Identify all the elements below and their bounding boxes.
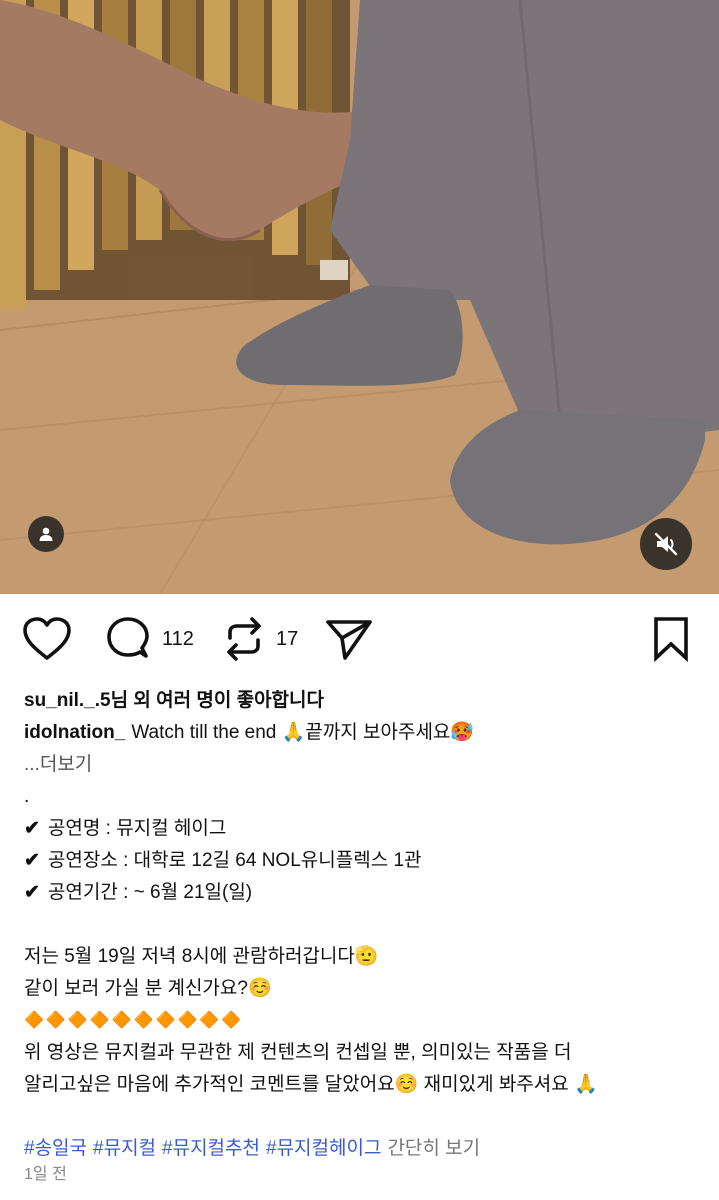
save-button[interactable] <box>652 616 690 662</box>
bookmark-icon <box>654 617 688 662</box>
more-link[interactable]: ...더보기 <box>24 749 704 781</box>
post-video[interactable] <box>0 0 719 594</box>
hashtag-link[interactable]: #뮤지컬 <box>93 1138 156 1159</box>
body-line-2: 같이 보러 가실 분 계신가요?☺️ <box>24 978 272 999</box>
heart-icon <box>23 617 71 660</box>
mute-toggle-button[interactable] <box>640 518 692 570</box>
post-actions-bar: 112 17 <box>0 594 719 682</box>
comment-button[interactable]: 112 <box>104 616 194 662</box>
hashtag-link[interactable]: #송일국 <box>24 1138 87 1159</box>
detail-period-text: 공연기간 : ~ 6월 21일(일) <box>47 882 253 903</box>
body-line-3: 위 영상은 뮤지컬과 무관한 제 컨텐츠의 컨셉일 뿐, 의미있는 작품을 더 <box>24 1042 572 1063</box>
repost-button[interactable]: 17 <box>222 616 298 662</box>
comment-bubble-icon <box>107 617 149 658</box>
person-icon <box>39 527 53 541</box>
check-icon: ✔ <box>24 882 40 903</box>
like-button[interactable] <box>22 616 72 662</box>
comment-count: 112 <box>162 627 194 650</box>
detail-venue-text: 공연장소 : 대학로 12길 64 NOL유니플렉스 1관 <box>47 850 422 871</box>
speaker-muted-icon <box>654 532 678 556</box>
hashtag-list: #송일국 #뮤지컬 #뮤지컬추천 #뮤지컬헤이그 간단히 보기 <box>24 1133 704 1165</box>
send-icon <box>326 620 372 660</box>
body-line-1: 저는 5월 19일 저녁 8시에 관람하러갑니다🫡 <box>24 946 379 967</box>
likes-summary[interactable]: su_nil._.5님 외 여러 명이 좋아합니다 <box>24 685 704 717</box>
body-line-4: 알리고싶은 마음에 추가적인 코멘트를 달았어요☺️ 재미있게 봐주셔요 🙏 <box>24 1074 598 1095</box>
post-text: su_nil._.5님 외 여러 명이 좋아합니다 idolnation_ Wat… <box>24 685 704 1165</box>
caption-text: Watch till the end 🙏끝까지 보아주세요🥵 <box>131 722 475 743</box>
tagged-user-button[interactable] <box>28 516 64 552</box>
repost-icon <box>227 617 261 661</box>
caption-username[interactable]: idolnation_ <box>24 722 125 743</box>
post-timestamp: 1일 전 <box>24 1166 67 1183</box>
check-icon: ✔ <box>24 850 40 871</box>
detail-venue: ✔ 공연장소 : 대학로 12길 64 NOL유니플렉스 1관 <box>24 845 704 877</box>
detail-period: ✔ 공연기간 : ~ 6월 21일(일) <box>24 877 704 909</box>
hashtag-link[interactable]: #뮤지컬헤이그 <box>266 1138 381 1159</box>
caption: idolnation_ Watch till the end 🙏끝까지 보아주세요… <box>24 717 704 749</box>
check-icon: ✔ <box>24 818 40 839</box>
detail-title: ✔ 공연명 : 뮤지컬 헤이그 <box>24 813 704 845</box>
hashtag-link[interactable]: #뮤지컬추천 <box>162 1138 260 1159</box>
repost-count: 17 <box>276 627 299 650</box>
separator-dot: . <box>24 786 30 807</box>
share-button[interactable] <box>324 616 374 662</box>
diamond-divider: 🔶🔶🔶🔶🔶🔶🔶🔶🔶🔶 <box>24 1012 244 1029</box>
collapse-link[interactable]: 간단히 보기 <box>387 1138 480 1159</box>
detail-title-text: 공연명 : 뮤지컬 헤이그 <box>47 818 227 839</box>
video-frame <box>0 0 719 594</box>
